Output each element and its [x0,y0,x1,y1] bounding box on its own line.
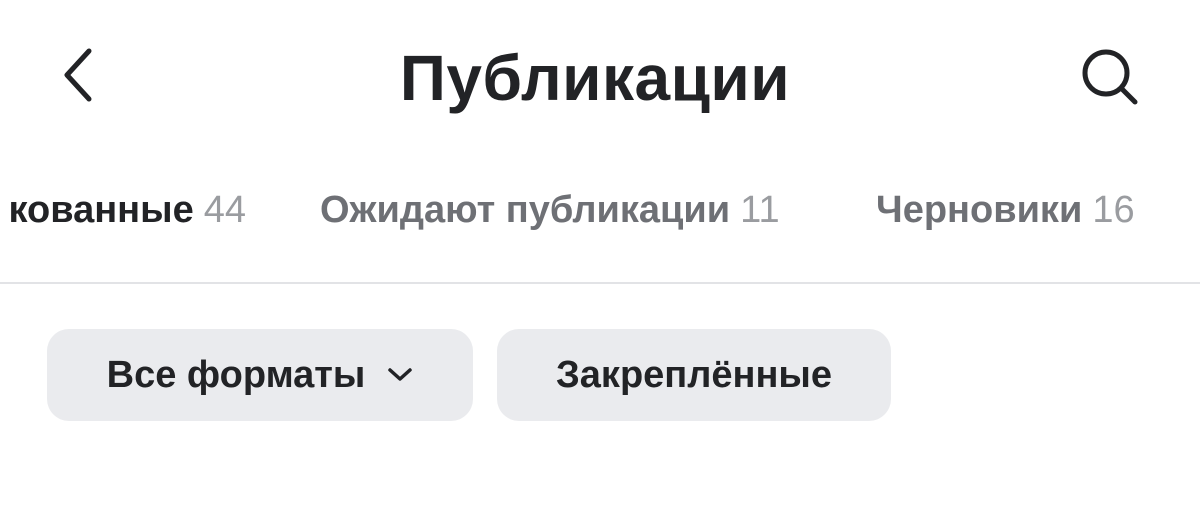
tab-label: кованные [9,189,194,231]
tab-label: Ожидают публикации [320,189,730,231]
publication-tabs: кованные44 Ожидают публикации11 Черновик… [0,180,1200,240]
tab-label: Черновики [876,189,1082,231]
tab-count: 11 [740,189,779,231]
tab-count: 16 [1092,189,1134,231]
formats-filter-label: Все форматы [107,354,366,397]
tab-drafts[interactable]: Черновики16 [876,180,1135,240]
tab-published[interactable]: кованные44 [9,180,247,240]
page-title: Публикации [0,38,1190,118]
tab-count: 44 [204,189,246,231]
search-button[interactable] [1070,42,1150,112]
tabs-divider [0,282,1200,284]
tab-pending[interactable]: Ожидают публикации11 [320,180,780,240]
pinned-filter-label: Закреплённые [556,354,832,397]
top-bar: Публикации [0,0,1200,160]
search-icon [1079,46,1141,108]
chevron-down-icon [387,367,413,383]
formats-filter-button[interactable]: Все форматы [47,329,473,421]
pinned-filter-button[interactable]: Закреплённые [497,329,891,421]
